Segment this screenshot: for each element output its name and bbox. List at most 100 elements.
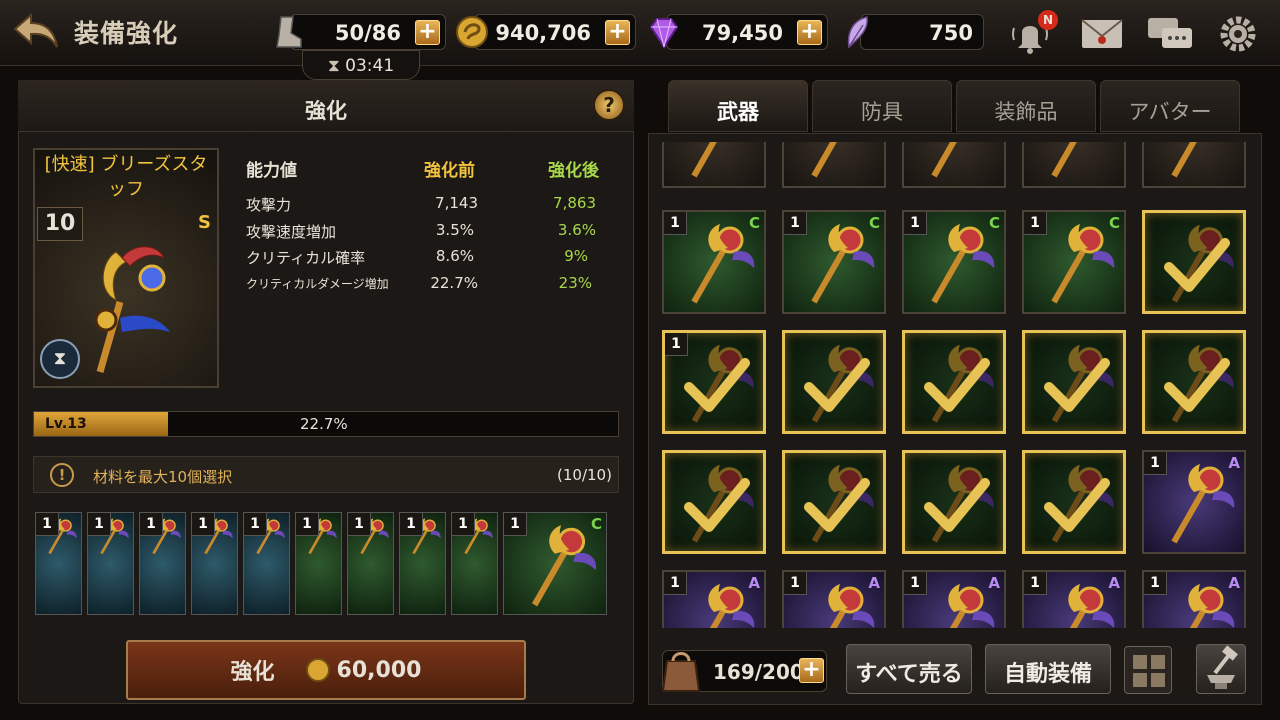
slot-quantity: 1: [192, 513, 215, 536]
inventory-item[interactable]: [782, 450, 886, 554]
inventory-item[interactable]: [1142, 330, 1246, 434]
gem-plus-button[interactable]: +: [797, 20, 822, 45]
stat-before: 7,143: [435, 194, 478, 212]
item-quantity: 1: [1024, 212, 1047, 235]
inventory-item[interactable]: [1142, 210, 1246, 314]
checkmark-icon: [804, 478, 870, 532]
weapon-icon: [1171, 142, 1197, 178]
checkmark-icon: [924, 358, 990, 412]
inventory-item[interactable]: 1C: [1022, 210, 1126, 314]
tab-weapon[interactable]: 武器: [668, 80, 808, 132]
inventory-item[interactable]: [782, 142, 886, 188]
info-icon: !: [50, 463, 74, 487]
inventory-item[interactable]: [1022, 450, 1126, 554]
tab-accessory[interactable]: 装飾品: [956, 80, 1096, 132]
notification-badge: N: [1038, 10, 1058, 30]
stamina-plus-button[interactable]: +: [415, 20, 440, 45]
inventory-item[interactable]: [1022, 330, 1126, 434]
inventory-item[interactable]: 1A: [662, 570, 766, 628]
item-name: [快速] ブリーズスタッフ: [44, 154, 208, 200]
timer-value: 03:41: [345, 56, 395, 76]
inventory-item[interactable]: [902, 330, 1006, 434]
item-quantity: 1: [784, 572, 807, 595]
ticket-counter: 750: [847, 14, 984, 50]
bag-capacity: 169/200 +: [661, 650, 827, 692]
slot-quantity: 1: [296, 513, 319, 536]
item-quantity: 1: [904, 212, 927, 235]
help-button[interactable]: ?: [593, 89, 625, 121]
forge-button[interactable]: [1196, 644, 1246, 694]
inventory-item[interactable]: 1A: [1142, 570, 1246, 628]
inventory-item[interactable]: 1C: [662, 210, 766, 314]
item-quantity: 1: [1144, 452, 1167, 475]
anvil-hammer-icon: [1207, 645, 1238, 689]
chat-button[interactable]: [1144, 14, 1192, 54]
slot-quantity: 1: [140, 513, 163, 536]
stat-after: 23%: [558, 274, 592, 292]
stat-after: 7,863: [553, 194, 596, 212]
material-slot[interactable]: 1: [87, 512, 134, 615]
notification-button[interactable]: N: [1006, 10, 1058, 54]
hourglass-icon: ⧗: [327, 56, 340, 76]
material-slot[interactable]: 1: [191, 512, 238, 615]
tab-armor[interactable]: 防具: [812, 80, 952, 132]
slot-quantity: 1: [36, 513, 59, 536]
stat-label: クリティカル確率: [246, 249, 366, 267]
checkmark-icon: [924, 478, 990, 532]
inventory-item[interactable]: 1A: [1142, 450, 1246, 554]
inventory-item[interactable]: [902, 450, 1006, 554]
inventory-item[interactable]: [662, 142, 766, 188]
level-label: Lv.13: [45, 416, 87, 432]
material-slot[interactable]: 1: [243, 512, 290, 615]
inventory-item[interactable]: [1022, 142, 1126, 188]
checkmark-icon: [684, 478, 750, 532]
bag-value: 169/200: [713, 660, 804, 684]
gold-plus-button[interactable]: +: [605, 20, 630, 45]
inventory-item[interactable]: [662, 450, 766, 554]
inventory-item[interactable]: 1A: [902, 570, 1006, 628]
mail-button[interactable]: [1078, 14, 1126, 54]
weapon-icon: [1051, 142, 1077, 178]
inventory-item[interactable]: 1C: [782, 210, 886, 314]
back-arrow-icon: [13, 12, 58, 48]
inventory-item[interactable]: 1A: [1022, 570, 1126, 628]
enhance-button[interactable]: 強化 60,000: [126, 640, 526, 700]
gold-value: 940,706: [495, 21, 591, 45]
enhance-cost: 60,000: [336, 657, 422, 683]
inventory-item[interactable]: 1C: [902, 210, 1006, 314]
material-slot[interactable]: 1: [35, 512, 82, 615]
checkmark-icon: [804, 358, 870, 412]
material-slot[interactable]: 1: [347, 512, 394, 615]
slot-quantity: 1: [504, 513, 527, 536]
grid-view-button[interactable]: [1124, 646, 1172, 694]
enhance-label: 強化: [230, 660, 275, 685]
item-grade-badge: A: [1228, 574, 1240, 592]
settings-button[interactable]: [1214, 14, 1262, 54]
material-slot[interactable]: 1: [451, 512, 498, 615]
bag-plus-button[interactable]: +: [799, 658, 824, 683]
inventory-item[interactable]: [902, 142, 1006, 188]
inventory-item[interactable]: [782, 330, 886, 434]
material-slot[interactable]: 1: [295, 512, 342, 615]
tab-avatar[interactable]: アバター: [1100, 80, 1240, 132]
gear-icon: [1220, 16, 1256, 52]
sell-all-button[interactable]: すべて売る: [846, 644, 972, 694]
item-grade-badge: A: [1228, 454, 1240, 472]
inventory-item[interactable]: [1142, 142, 1246, 188]
material-slot[interactable]: 1C: [503, 512, 607, 615]
material-slot[interactable]: 1: [139, 512, 186, 615]
grid-icon: [1133, 655, 1165, 687]
material-slot[interactable]: 1: [399, 512, 446, 615]
inventory-item[interactable]: 1A: [782, 570, 886, 628]
staff-art-icon: [94, 246, 170, 373]
checkmark-icon: [1044, 478, 1110, 532]
auto-equip-button[interactable]: 自動装備: [985, 644, 1111, 694]
stat-after: 9%: [564, 247, 588, 265]
slot-quantity: 1: [348, 513, 371, 536]
enhance-cost-group: 60,000: [305, 657, 422, 683]
item-quantity: 1: [1144, 572, 1167, 595]
inventory-item[interactable]: 1: [662, 330, 766, 434]
item-quantity: 1: [904, 572, 927, 595]
stamina-counter: 50/86 +: [276, 14, 446, 50]
back-button[interactable]: [8, 8, 64, 54]
